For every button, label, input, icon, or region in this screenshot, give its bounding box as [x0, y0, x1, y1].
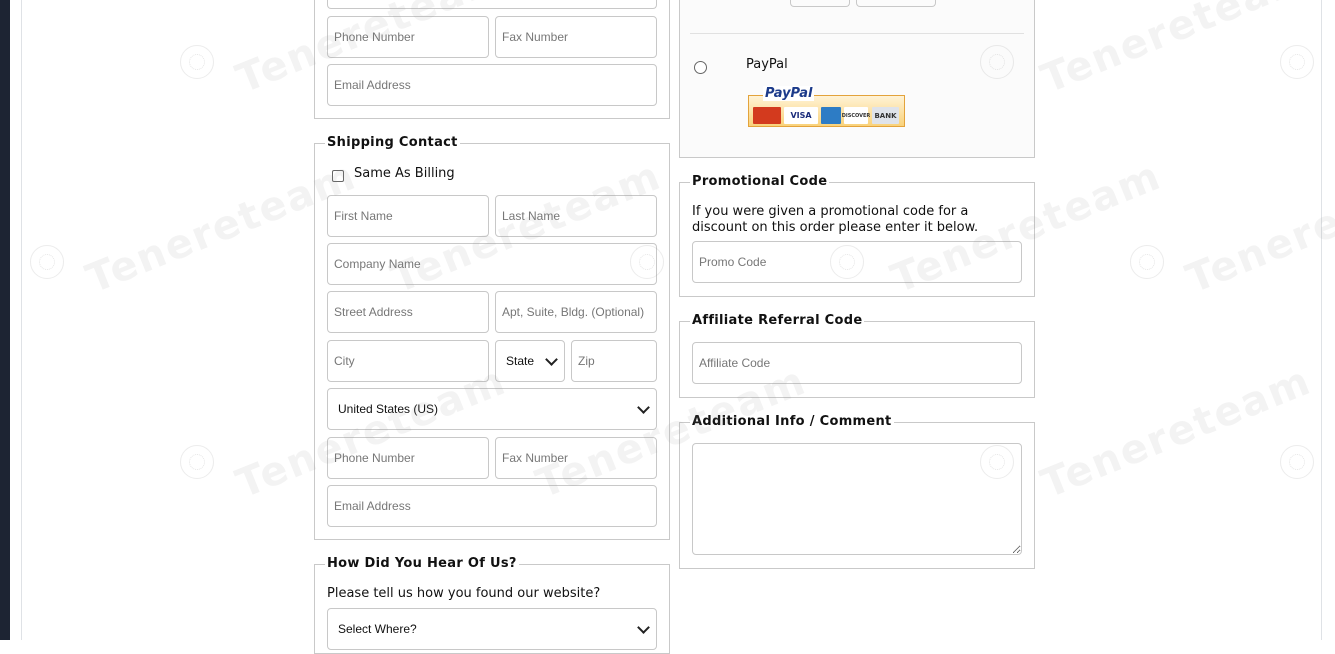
watermark-text: Tenereteam — [1180, 152, 1335, 303]
how-did-you-hear-value: Select Where? — [338, 622, 417, 636]
payment-expiry-year-select[interactable] — [856, 0, 936, 7]
page-border-right — [1321, 0, 1322, 640]
shipping-country-select[interactable]: United States (US) — [327, 388, 657, 430]
watermark-logo-icon — [180, 445, 214, 479]
bank-icon: BANK — [872, 107, 899, 124]
watermark-logo-icon — [180, 45, 214, 79]
how-did-you-hear-select[interactable]: Select Where? — [327, 608, 657, 650]
chevron-down-icon — [545, 352, 558, 366]
promotional-code-section: Promotional Code If you were given a pro… — [679, 174, 1035, 297]
watermark-logo-icon — [1130, 245, 1164, 279]
visa-icon: VISA — [784, 107, 818, 124]
shipping-zip-input[interactable] — [571, 340, 657, 382]
shipping-street-input[interactable] — [327, 291, 489, 333]
how-did-you-hear-legend: How Did You Hear Of Us? — [325, 556, 519, 571]
chevron-down-icon — [637, 620, 650, 634]
discover-icon: DISCOVER — [842, 107, 870, 124]
window-edge — [0, 0, 10, 640]
affiliate-referral-legend: Affiliate Referral Code — [690, 313, 865, 328]
how-did-you-hear-prompt: Please tell us how you found our website… — [327, 586, 601, 601]
shipping-country-value: United States (US) — [338, 402, 439, 416]
shipping-city-input[interactable] — [327, 340, 489, 382]
promo-code-input[interactable] — [692, 241, 1022, 283]
shipping-apt-input[interactable] — [495, 291, 657, 333]
promotional-code-description: If you were given a promotional code for… — [692, 204, 979, 235]
same-as-billing-label: Same As Billing — [354, 166, 455, 181]
watermark-text: Tenereteam — [1035, 357, 1318, 508]
paypal-label: PayPal — [746, 57, 788, 72]
watermark-logo-icon — [30, 245, 64, 279]
payment-method-section: PayPal PayPal VISA DISCOVER BANK — [679, 0, 1035, 158]
payment-expiry-month-select[interactable] — [790, 0, 850, 7]
watermark-logo-icon — [1280, 45, 1314, 79]
paypal-radio[interactable] — [694, 61, 707, 74]
mastercard-icon — [753, 107, 781, 124]
additional-info-section: Additional Info / Comment — [679, 414, 1035, 569]
shipping-fax-input[interactable] — [495, 437, 657, 479]
shipping-contact-legend: Shipping Contact — [325, 135, 460, 150]
how-did-you-hear-section: How Did You Hear Of Us? Please tell us h… — [314, 556, 670, 654]
payment-divider — [690, 33, 1024, 34]
amex-icon — [821, 107, 841, 124]
affiliate-code-input[interactable] — [692, 342, 1022, 384]
billing-first-row-input[interactable] — [327, 0, 657, 9]
promotional-code-legend: Promotional Code — [690, 174, 830, 189]
billing-phone-input[interactable] — [327, 16, 489, 58]
chevron-down-icon — [637, 400, 650, 414]
additional-info-textarea[interactable] — [692, 443, 1022, 555]
shipping-first-name-input[interactable] — [327, 195, 489, 237]
additional-info-legend: Additional Info / Comment — [690, 414, 894, 429]
billing-contact-section — [314, 0, 670, 119]
shipping-company-input[interactable] — [327, 243, 657, 285]
watermark-text: Tenereteam — [1035, 0, 1318, 103]
page-border-left — [21, 0, 22, 640]
same-as-billing-checkbox[interactable] — [332, 170, 344, 182]
paypal-logo: PayPal VISA DISCOVER BANK — [748, 86, 905, 127]
shipping-last-name-input[interactable] — [495, 195, 657, 237]
shipping-state-select[interactable]: State — [495, 340, 565, 382]
billing-fax-input[interactable] — [495, 16, 657, 58]
shipping-phone-input[interactable] — [327, 437, 489, 479]
paypal-logo-text: PayPal — [763, 86, 815, 101]
billing-email-input[interactable] — [327, 64, 657, 106]
affiliate-referral-section: Affiliate Referral Code — [679, 313, 1035, 398]
shipping-email-input[interactable] — [327, 485, 657, 527]
shipping-state-value: State — [506, 354, 535, 368]
watermark-logo-icon — [1280, 445, 1314, 479]
shipping-contact-section: Shipping Contact Same As Billing State U… — [314, 135, 670, 540]
